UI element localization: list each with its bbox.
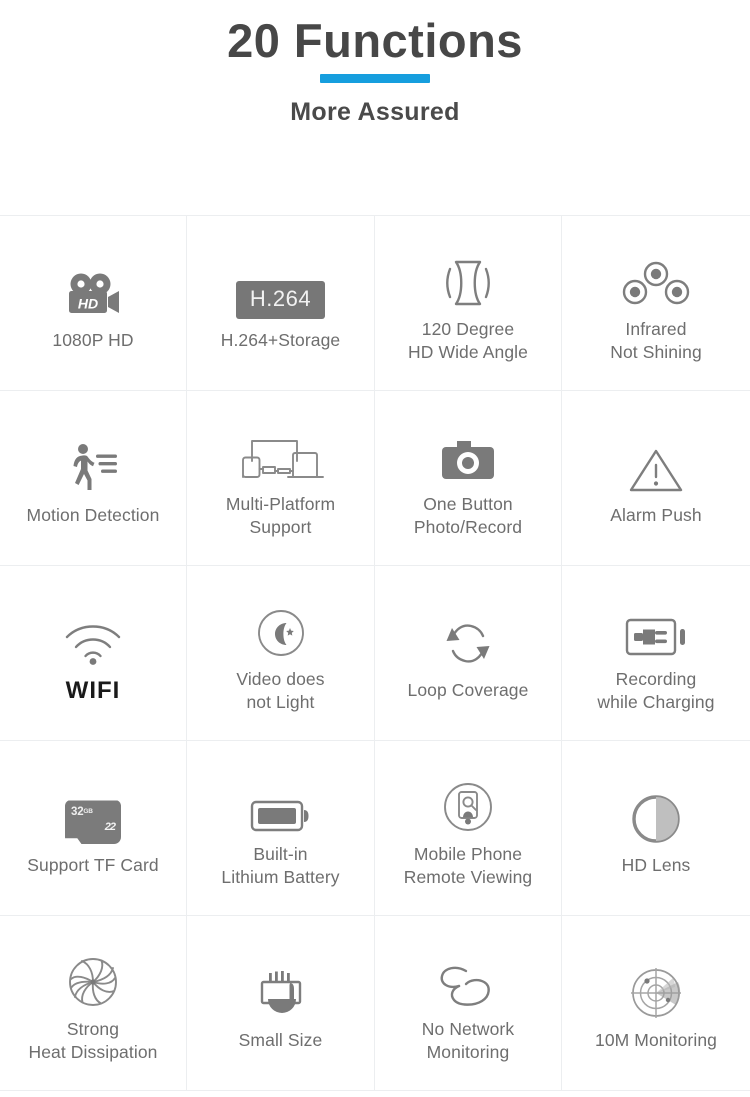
icon-slot xyxy=(193,955,368,1019)
icon-slot xyxy=(381,605,555,669)
mobile-remote-view-icon xyxy=(444,782,492,831)
feature-cell-video-no-light[interactable]: Video does not Light xyxy=(187,566,375,741)
feature-cell-wide-angle[interactable]: 120 Degree HD Wide Angle xyxy=(375,216,562,391)
icon-slot xyxy=(381,419,555,483)
icon-slot: H.264 xyxy=(193,255,368,320)
feature-label: Motion Detection xyxy=(26,505,160,526)
feature-label: HD Lens xyxy=(621,855,691,876)
feature-cell-small-size[interactable]: Small Size xyxy=(187,916,375,1091)
small-size-hand-icon xyxy=(260,971,301,1014)
feature-label: Alarm Push xyxy=(610,505,702,526)
feature-label: Video does not Light xyxy=(236,668,325,712)
icon-slot: 32GB 22 xyxy=(6,780,180,845)
card-logo: 22 xyxy=(104,821,116,834)
card-capacity: 32GB xyxy=(71,806,93,819)
feature-cell-multi-platform[interactable]: Multi-Platform Support xyxy=(187,391,375,566)
feature-label: Multi-Platform Support xyxy=(225,493,336,537)
page-title: 20 Functions xyxy=(227,14,523,67)
feature-label: WIFI xyxy=(65,677,121,705)
icon-slot xyxy=(193,594,368,658)
feature-cell-alarm-push[interactable]: Alarm Push xyxy=(562,391,750,566)
moon-night-icon xyxy=(257,609,304,656)
accent-underline xyxy=(320,74,430,84)
icon-slot xyxy=(568,594,744,658)
feature-label: One Button Photo/Record xyxy=(413,493,523,537)
feature-cell-loop-coverage[interactable]: Loop Coverage xyxy=(375,566,562,741)
icon-slot xyxy=(568,244,744,308)
feature-label: 120 Degree HD Wide Angle xyxy=(408,318,528,362)
icon-slot xyxy=(568,780,744,844)
feature-cell-mobile-remote-viewing[interactable]: Mobile Phone Remote Viewing xyxy=(375,741,562,916)
icon-slot xyxy=(6,430,180,494)
no-network-link-icon xyxy=(440,966,490,1006)
feature-label: 10M Monitoring xyxy=(594,1030,717,1051)
feature-cell-motion-detection[interactable]: Motion Detection xyxy=(0,391,187,566)
feature-label: Recording while Charging xyxy=(597,668,715,712)
feature-cell-heat-dissipation[interactable]: Strong Heat Dissipation xyxy=(0,916,187,1091)
feature-label: Strong Heat Dissipation xyxy=(28,1018,158,1062)
battery-icon xyxy=(250,800,308,832)
feature-label: Infrared Not Shining xyxy=(610,318,702,362)
features-grid: HD 1080P HD H.264 H.264+Storage 120 Degr… xyxy=(0,215,750,1091)
feature-label: 1080P HD xyxy=(52,330,134,351)
feature-label: Small Size xyxy=(238,1030,323,1051)
feature-label: No Network Monitoring xyxy=(421,1018,515,1062)
feature-label: Mobile Phone Remote Viewing xyxy=(403,843,533,887)
feature-label: Loop Coverage xyxy=(407,680,529,701)
alarm-warning-triangle-icon xyxy=(629,450,683,492)
feature-cell-infrared[interactable]: Infrared Not Shining xyxy=(562,216,750,391)
tf-memory-card-icon: 32GB 22 xyxy=(65,800,121,845)
hd-lens-icon xyxy=(632,795,680,844)
icon-slot xyxy=(6,601,180,666)
icon-slot xyxy=(6,944,180,1008)
feature-cell-one-button-photo[interactable]: One Button Photo/Record xyxy=(375,391,562,566)
photo-camera-icon xyxy=(442,440,494,479)
multi-platform-devices-icon xyxy=(241,439,324,478)
icon-slot xyxy=(381,244,555,308)
cooling-fan-icon xyxy=(69,957,117,1006)
h264-badge-icon: H.264 xyxy=(235,281,326,320)
feature-cell-no-network-monitoring[interactable]: No Network Monitoring xyxy=(375,916,562,1091)
feature-cell-wifi[interactable]: WIFI xyxy=(0,566,187,741)
title-underline-wrap xyxy=(0,74,750,84)
feature-cell-10m-monitoring[interactable]: 10M Monitoring xyxy=(562,916,750,1091)
icon-slot xyxy=(381,944,555,1008)
feature-cell-recording-while-charging[interactable]: Recording while Charging xyxy=(562,566,750,741)
infrared-leds-icon xyxy=(622,261,690,305)
feature-cell-hd-lens[interactable]: HD Lens xyxy=(562,741,750,916)
battery-charging-plug-icon xyxy=(625,618,685,656)
feature-cell-1080p-hd[interactable]: HD 1080P HD xyxy=(0,216,187,391)
feature-label: Built-in Lithium Battery xyxy=(221,843,340,887)
radar-monitoring-icon xyxy=(631,968,681,1019)
icon-slot xyxy=(568,430,744,494)
feature-cell-h264-storage[interactable]: H.264 H.264+Storage xyxy=(187,216,375,391)
icon-slot xyxy=(193,769,368,833)
feature-label: H.264+Storage xyxy=(220,330,341,351)
video-camera-hd-icon: HD xyxy=(69,273,119,314)
icon-slot xyxy=(381,769,555,833)
motion-detection-icon xyxy=(73,444,117,491)
feature-cell-lithium-battery[interactable]: Built-in Lithium Battery xyxy=(187,741,375,916)
page-subtitle: More Assured xyxy=(290,98,460,127)
icon-slot xyxy=(568,955,744,1019)
icon-slot xyxy=(193,419,368,483)
svg-text:HD: HD xyxy=(78,296,98,312)
feature-label: Support TF Card xyxy=(27,855,159,876)
wide-angle-icon xyxy=(446,260,490,306)
loop-refresh-icon xyxy=(446,624,490,664)
wifi-icon xyxy=(65,625,121,666)
page-header: 20 Functions More Assured xyxy=(0,0,750,127)
feature-cell-tf-card[interactable]: 32GB 22 Support TF Card xyxy=(0,741,187,916)
icon-slot: HD xyxy=(6,255,180,319)
feature-grid-page: 20 Functions More Assured HD 1080P HD H.… xyxy=(0,0,750,1097)
